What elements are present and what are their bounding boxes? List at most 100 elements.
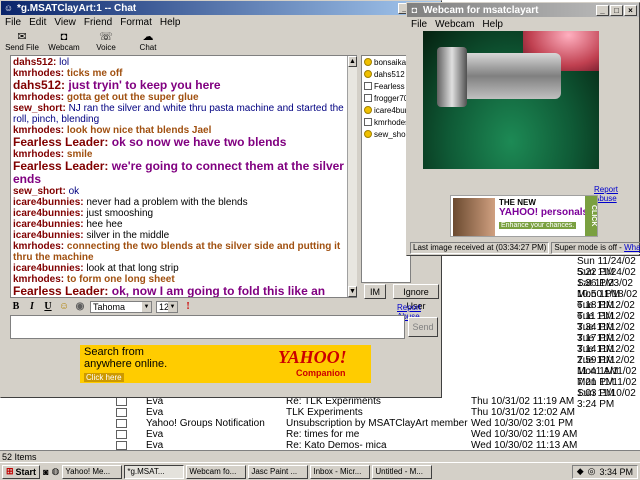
item-count: 52 Items <box>2 452 37 462</box>
chat-message: kmrhodes: connecting the two blends at t… <box>13 241 354 263</box>
toolbar-send-file-button[interactable]: ✉ Send File <box>5 31 39 55</box>
room-user-item[interactable]: icare4bunn <box>362 104 410 116</box>
webcam-title-bar[interactable]: ◘ Webcam for msatclayart _ □ × <box>407 3 639 17</box>
send-button[interactable]: Send <box>408 317 438 337</box>
webcam-window-title: Webcam for msatclayart <box>423 4 539 16</box>
yahoo-personals-ad[interactable]: THE NEW YAHOO! personals Enhance your ch… <box>450 195 598 237</box>
ignore-user-button[interactable]: Ignore User <box>393 284 439 311</box>
room-user-item[interactable]: kmrhodes <box>362 116 410 128</box>
chevron-down-icon: ▼ <box>168 302 177 312</box>
close-button[interactable]: × <box>624 4 637 16</box>
menu-webcam[interactable]: Webcam <box>435 19 474 30</box>
im-button[interactable]: IM <box>364 284 386 299</box>
email-from: Eva <box>146 429 164 440</box>
envelope-icon <box>116 419 127 428</box>
menu-view[interactable]: View <box>54 17 76 28</box>
menu-help[interactable]: Help <box>482 19 503 30</box>
chat-title-bar[interactable]: ☺ *g.MSATClayArt:1 -- Chat _ □ × <box>1 1 441 15</box>
webcam-report-abuse-link[interactable]: Report Abuse <box>594 185 639 203</box>
toolbar-label: Voice <box>96 43 116 52</box>
tray-icon[interactable]: ◆ <box>577 466 584 477</box>
quick-launch-icon[interactable]: ◍ <box>52 466 60 477</box>
whats-this-link[interactable]: What's this? <box>624 243 640 252</box>
email-subject: Re: times for me <box>286 429 360 440</box>
menu-file[interactable]: File <box>5 17 21 28</box>
webcam-icon: ◘ <box>60 31 68 43</box>
quick-launch-icon[interactable]: ◙ <box>43 467 48 477</box>
ad-click-here[interactable]: Click here <box>84 373 124 382</box>
microphone-icon: ☏ <box>99 31 113 43</box>
menu-help[interactable]: Help <box>160 17 181 28</box>
chat-message: Fearless Leader: we're going to connect … <box>13 160 354 186</box>
chat-message: sew_short: NJ ran the silver and white t… <box>13 103 354 125</box>
message-input[interactable] <box>10 315 405 339</box>
email-row[interactable]: Eva TLK Experiments Thu 10/31/02 12:02 AM <box>106 407 640 418</box>
scroll-down-arrow-icon[interactable]: ▼ <box>348 286 357 297</box>
webcam-window: ◘ Webcam for msatclayart _ □ × File Webca… <box>406 2 640 256</box>
email-from: Eva <box>146 407 164 418</box>
room-user-name: dahs512 <box>374 69 405 79</box>
room-user-item[interactable]: frogger703 <box>362 92 410 104</box>
taskbar-task-button[interactable]: Webcam fo... <box>186 464 247 479</box>
taskbar-task-button[interactable]: Inbox - Micr... <box>310 464 371 479</box>
chat-text: lol <box>59 57 70 68</box>
font-select[interactable]: Tahoma ▼ <box>90 301 152 313</box>
font-select-value: Tahoma <box>93 302 126 312</box>
chat-username: Fearless Leader: <box>13 284 109 298</box>
yahoo-logo: YAHOO! <box>278 347 347 367</box>
taskbar-task-button[interactable]: Untitled - M... <box>372 464 433 479</box>
menu-file[interactable]: File <box>411 19 427 30</box>
toolbar-webcam-button[interactable]: ◘ Webcam <box>47 31 81 55</box>
chat-window-title: *g.MSATClayArt:1 -- Chat <box>17 2 137 14</box>
start-button[interactable]: ⊞ Start <box>2 464 41 479</box>
chat-text: just tryin' to keep you here <box>68 78 221 92</box>
taskbar-task-button[interactable]: Yahoo! Me... <box>62 464 123 479</box>
menu-edit[interactable]: Edit <box>29 17 46 28</box>
chat-text: never had a problem with the blends <box>86 197 248 208</box>
italic-button[interactable]: I <box>26 301 38 313</box>
windows-logo-icon: ⊞ <box>6 466 14 476</box>
bold-button[interactable]: B <box>10 301 22 313</box>
chat-window: ☺ *g.MSATClayArt:1 -- Chat _ □ × File Edi… <box>0 0 442 398</box>
toolbar-label: Send File <box>5 43 39 52</box>
underline-button[interactable]: U <box>42 301 54 313</box>
chat-scrollbar[interactable]: ▲ ▼ <box>347 56 357 297</box>
smiley-icon <box>364 106 372 114</box>
scroll-up-arrow-icon[interactable]: ▲ <box>348 56 357 67</box>
menu-format[interactable]: Format <box>120 17 152 28</box>
imvironment-icon[interactable]: ◉ <box>74 301 86 313</box>
chat-username: sew_short: <box>13 103 66 114</box>
ad-click-tab[interactable]: CLICK <box>585 196 597 236</box>
menu-friend[interactable]: Friend <box>84 17 112 28</box>
email-row[interactable]: Yahoo! Groups Notification Unsubscription… <box>106 418 640 429</box>
chat-text: ok so now we have two blends <box>111 135 287 149</box>
user-icon <box>364 94 372 102</box>
email-date: Thu 10/31/02 12:02 AM <box>471 407 575 418</box>
chat-text: silver in the middle <box>86 230 170 241</box>
ad-product: Companion <box>296 368 346 378</box>
email-from: Yahoo! Groups Notification <box>146 418 265 429</box>
alert-icon[interactable]: ! <box>182 301 194 313</box>
chat-username: dahs512: <box>13 78 66 92</box>
room-user-item[interactable]: dahs512 <box>362 68 410 80</box>
chat-username: dahs512: <box>13 57 57 68</box>
webcam-video-feed <box>423 31 599 169</box>
toolbar-voice-button[interactable]: ☏ Voice <box>89 31 123 55</box>
minimize-button[interactable]: _ <box>596 4 609 16</box>
toolbar-chat-button[interactable]: ☁ Chat <box>131 31 165 55</box>
room-user-item[interactable]: Fearless Le <box>362 80 410 92</box>
maximize-button[interactable]: □ <box>610 4 623 16</box>
chat-app-icon: ☺ <box>3 3 14 13</box>
tray-icon[interactable]: ◎ <box>588 466 596 477</box>
chat-text: just smooshing <box>86 208 154 219</box>
yahoo-companion-ad[interactable]: Search from anywhere online. Click here Y… <box>80 345 371 383</box>
taskbar-task-button[interactable]: Jasc Paint ... <box>248 464 309 479</box>
user-icon <box>364 82 372 90</box>
room-user-item[interactable]: sew_short <box>362 128 410 140</box>
room-user-item[interactable]: bonsaikath <box>362 56 410 68</box>
email-row[interactable]: Eva Re: times for me Wed 10/30/02 11:19 AM <box>106 429 640 440</box>
font-size-select[interactable]: 12 ▼ <box>156 301 178 313</box>
taskbar-task-button[interactable]: *g.MSAT... <box>124 464 185 479</box>
emoticon-icon[interactable]: ☺ <box>58 301 70 313</box>
email-date: Wed 10/30/02 11:19 AM <box>471 429 578 440</box>
